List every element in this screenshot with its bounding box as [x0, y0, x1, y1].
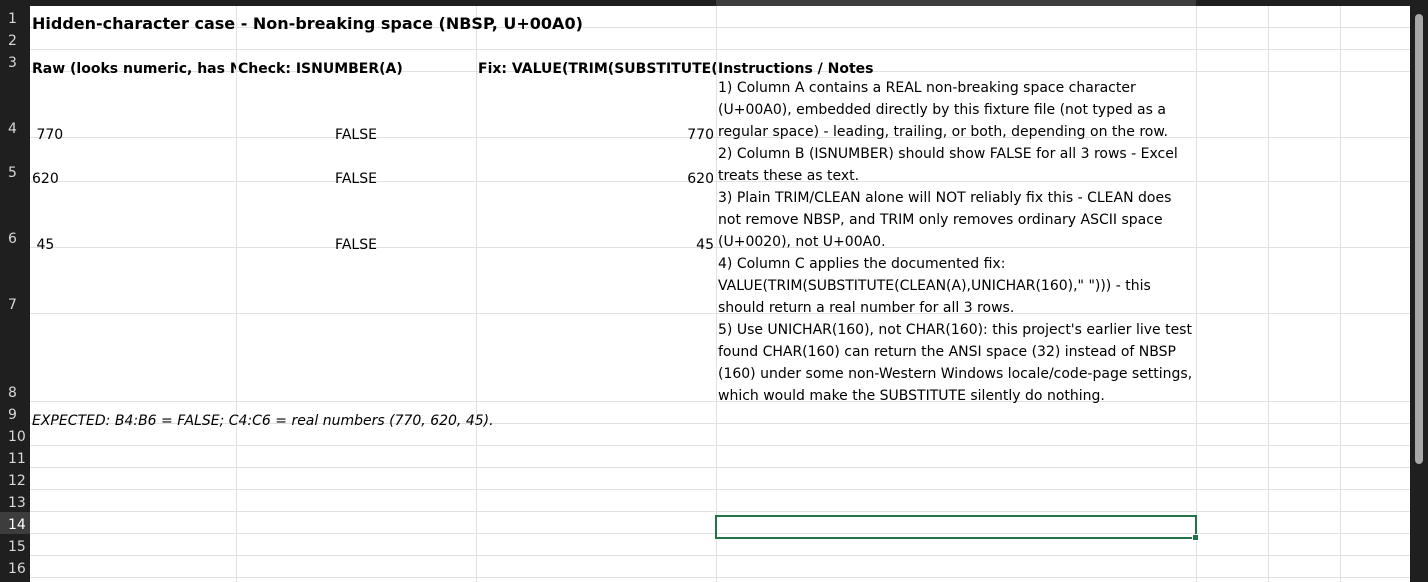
cell-D8[interactable]: 5) Use UNICHAR(160), not CHAR(160): this…	[716, 320, 1196, 408]
cell-B5[interactable]: FALSE	[236, 144, 476, 188]
row-header-3[interactable]: 3	[0, 50, 30, 72]
row-header-14[interactable]: 14	[0, 512, 30, 534]
row-header-5[interactable]: 5	[0, 138, 30, 182]
cell-A1[interactable]: Hidden-character case - Non-breaking spa…	[30, 6, 716, 34]
active-cell-D14[interactable]	[715, 515, 1197, 539]
cell-D4[interactable]: 1) Column A contains a REAL non-breaking…	[716, 78, 1196, 144]
cell-C5[interactable]: 620	[476, 144, 716, 188]
row-header-6[interactable]: 6	[0, 182, 30, 248]
row-header-7[interactable]: 7	[0, 248, 30, 314]
spreadsheet-grid: Hidden-character case - Non-breaking spa…	[30, 6, 1410, 582]
col-border-ef	[1268, 6, 1269, 582]
row-header-8[interactable]: 8	[0, 314, 30, 402]
row-header-1[interactable]: 1	[0, 6, 30, 28]
row-border	[30, 489, 1410, 490]
cell-B3[interactable]: Check: ISNUMBER(A)	[236, 56, 476, 78]
cell-C3[interactable]: Fix: VALUE(TRIM(SUBSTITUTE(CLEAN(A),UNIC…	[476, 56, 716, 78]
col-border-de	[1196, 6, 1197, 582]
cell-A6[interactable]: 45	[30, 188, 236, 254]
cell-A4[interactable]: 770	[30, 78, 236, 144]
row-header-15[interactable]: 15	[0, 534, 30, 556]
row-border	[30, 511, 1410, 512]
vertical-scrollbar[interactable]	[1410, 6, 1428, 582]
col-border-fg	[1340, 6, 1341, 582]
cell-A5[interactable]: 620	[30, 144, 236, 188]
cell-A9[interactable]: EXPECTED: B4:B6 = FALSE; C4:C6 = real nu…	[30, 408, 716, 430]
row-border	[30, 49, 1410, 50]
row-header-9[interactable]: 9	[0, 402, 30, 424]
cell-C4[interactable]: 770	[476, 78, 716, 144]
cell-A3[interactable]: Raw (looks numeric, has NBSP)	[30, 56, 236, 78]
row-header-2[interactable]: 2	[0, 28, 30, 50]
row-header-13[interactable]: 13	[0, 490, 30, 512]
cell-D6[interactable]: 3) Plain TRIM/CLEAN alone will NOT relia…	[716, 188, 1196, 254]
row-header-16[interactable]: 16	[0, 556, 30, 578]
row-header-10[interactable]: 10	[0, 424, 30, 446]
cell-D7[interactable]: 4) Column C applies the documented fix: …	[716, 254, 1196, 320]
row-header-11[interactable]: 11	[0, 446, 30, 468]
row-border	[30, 555, 1410, 556]
cell-B6[interactable]: FALSE	[236, 188, 476, 254]
cell-D3[interactable]: Instructions / Notes	[716, 56, 1196, 78]
cell-B4[interactable]: FALSE	[236, 78, 476, 144]
cell-C6[interactable]: 45	[476, 188, 716, 254]
row-border	[30, 467, 1410, 468]
cell-D5[interactable]: 2) Column B (ISNUMBER) should show FALSE…	[716, 144, 1196, 188]
row-header-4[interactable]: 4	[0, 72, 30, 138]
fill-handle[interactable]	[1192, 534, 1199, 541]
row-border	[30, 445, 1410, 446]
row-border	[30, 577, 1410, 578]
scrollbar-thumb[interactable]	[1415, 14, 1423, 464]
row-header-12[interactable]: 12	[0, 468, 30, 490]
